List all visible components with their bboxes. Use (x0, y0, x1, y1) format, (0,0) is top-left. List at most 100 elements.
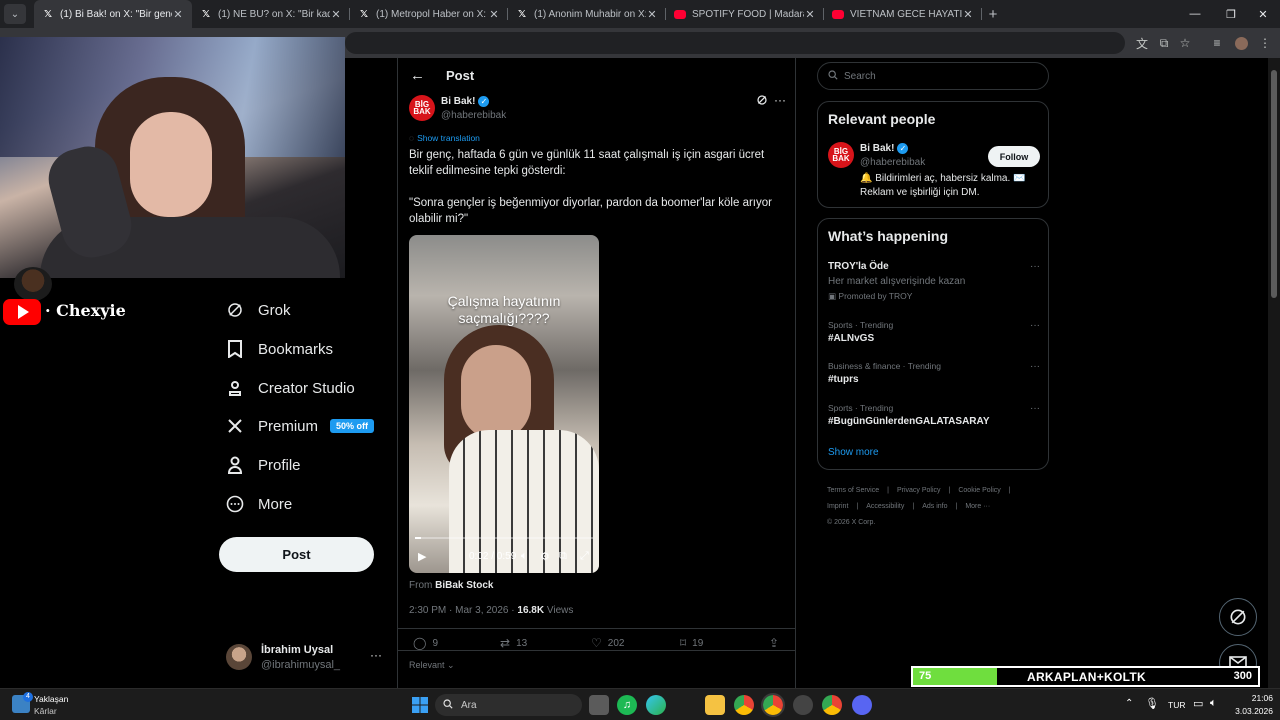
trend-more-icon[interactable]: ··· (1030, 361, 1040, 372)
reply-button[interactable]: ◯ 9 (413, 636, 438, 650)
trend-item[interactable]: Business & finance · Trending #tuprs ··· (828, 361, 1040, 385)
footer-link[interactable]: Ads info (922, 503, 947, 510)
discord-icon[interactable] (852, 695, 872, 715)
trend-item-promoted[interactable]: TROY'la Öde Her market alışverişinde kaz… (828, 261, 1040, 302)
browser-tab[interactable]: 𝕏 (1) Bi Bak! on X: "Bir genç, hafta✕ (34, 0, 192, 28)
edge-icon[interactable] (646, 695, 666, 715)
browser-tab[interactable]: VİETNAM GECE HAYATI BENİ Ç✕ (824, 0, 982, 28)
scrollbar-thumb[interactable] (1271, 70, 1277, 298)
maximize-button[interactable]: ❐ (1214, 0, 1248, 28)
address-bar[interactable] (345, 32, 1125, 54)
footer-link[interactable]: Privacy Policy (897, 487, 941, 494)
trend-more-icon[interactable]: ··· (1030, 261, 1040, 272)
bookmark-button[interactable]: ⌑ 19 (680, 636, 703, 650)
page-scrollbar[interactable] (1268, 58, 1280, 688)
trend-item[interactable]: Sports · Trending #ALNvGS ··· (828, 320, 1040, 344)
trend-more-icon[interactable]: ··· (1030, 403, 1040, 414)
author-handle[interactable]: @haberebibak (441, 110, 506, 121)
spotify-icon[interactable]: ♫ (617, 695, 637, 715)
reply-sort-dropdown[interactable]: Relevant ⌄ (409, 660, 455, 671)
close-tab-icon[interactable]: ✕ (646, 8, 658, 21)
volume-icon[interactable]: 🔈︎ (521, 550, 528, 563)
chrome-icon[interactable] (734, 695, 754, 715)
video-controls: ▶ 0:02 / 0:59 🔈︎ ⚙︎ ⧉ ⤢ (409, 545, 599, 569)
nav-item-more[interactable]: More (224, 489, 292, 519)
nav-item-creator-studio[interactable]: Creator Studio (224, 373, 355, 403)
fullscreen-icon[interactable]: ⤢ (580, 550, 589, 563)
footer-link[interactable]: Imprint (827, 503, 848, 510)
show-more-link[interactable]: Show more (828, 447, 879, 458)
widget-subtitle: Kârlar (34, 706, 57, 716)
microphone-icon[interactable]: 🎙︎ (1145, 697, 1159, 710)
cast-icon[interactable]: ⧉ (1155, 34, 1173, 52)
close-tab-icon[interactable]: ✕ (962, 8, 974, 21)
file-explorer-icon[interactable] (705, 695, 725, 715)
footer-link[interactable]: More ··· (965, 503, 990, 510)
browser-tab[interactable]: 𝕏 (1) NE BU? on X: "Bir kadın, iki✕ (192, 0, 350, 28)
input-language[interactable]: TUR (1168, 700, 1185, 710)
bookmark-star-icon[interactable]: ☆ (1176, 34, 1194, 52)
follow-button[interactable]: Follow (988, 146, 1040, 167)
repost-button[interactable]: ⇄ 13 (500, 636, 527, 650)
share-button[interactable]: ⇪ (769, 636, 785, 650)
grok-chat-button[interactable] (1219, 598, 1257, 636)
nav-item-profile[interactable]: Profile (224, 450, 301, 480)
footer-link[interactable]: Cookie Policy (958, 487, 1000, 494)
video-progress-bar[interactable] (415, 537, 593, 539)
nav-item-grok[interactable]: Grok (224, 295, 291, 325)
post-button[interactable]: Post (219, 537, 374, 572)
tab-search-button[interactable]: ⌄ (4, 4, 26, 24)
taskbar-search[interactable]: Ara (435, 694, 582, 716)
back-arrow-icon[interactable]: ← (410, 67, 425, 84)
video-source-link[interactable]: BiBak Stock (435, 580, 493, 591)
windows-start-icon[interactable] (410, 695, 430, 715)
footer-link[interactable]: Terms of Service (827, 487, 879, 494)
like-count: 202 (607, 637, 625, 649)
settings-gear-icon[interactable]: ⚙︎ (540, 550, 550, 563)
chrome-profile-icon[interactable] (822, 695, 842, 715)
browser-tab[interactable]: 𝕏 (1) Anonim Muhabir on X: "İki✕ (508, 0, 666, 28)
clock-time[interactable]: 21:06 (1233, 693, 1273, 703)
app-icon[interactable] (793, 695, 813, 715)
nav-item-bookmarks[interactable]: Bookmarks (224, 334, 333, 364)
nav-item-premium[interactable]: Premium 50% off (224, 411, 375, 441)
footer-link[interactable]: Accessibility (866, 503, 904, 510)
author-avatar[interactable]: BİG BAK (409, 95, 435, 121)
browser-menu-icon[interactable]: ⋮ (1256, 34, 1274, 52)
close-tab-icon[interactable]: ✕ (804, 8, 816, 21)
new-tab-button[interactable]: + (982, 6, 1004, 23)
tray-overflow-icon[interactable]: ⌃ (1125, 698, 1133, 709)
close-tab-icon[interactable]: ✕ (330, 8, 342, 21)
chrome-active-icon[interactable] (761, 693, 785, 717)
person-avatar[interactable]: BİG BAK (828, 142, 854, 168)
close-tab-icon[interactable]: ✕ (488, 8, 500, 21)
account-switcher[interactable]: İbrahim Uysal @ibrahimuysal_ ··· (226, 640, 386, 676)
search-input[interactable]: Search (817, 62, 1049, 90)
post-more-icon[interactable]: ··· (774, 93, 786, 107)
grok-explain-icon[interactable] (756, 94, 768, 109)
picture-in-picture-icon[interactable]: ⧉ (559, 550, 567, 563)
network-icon[interactable]: ▭ (1193, 697, 1203, 710)
post-timestamp[interactable]: 2:30 PM · Mar 3, 2026 · (409, 605, 515, 616)
profile-avatar-icon[interactable] (1232, 34, 1250, 52)
account-more-icon[interactable]: ··· (370, 648, 382, 662)
reading-list-icon[interactable]: ≡ (1208, 34, 1226, 52)
clock-date[interactable]: 3.03.2026 (1223, 706, 1273, 716)
author-name-row[interactable]: Bi Bak! ✓ (441, 96, 490, 107)
trend-item[interactable]: Sports · Trending #BugünGünlerdenGALATAS… (828, 403, 1040, 427)
footer-link[interactable]: © 2026 X Corp. (827, 519, 875, 526)
trend-more-icon[interactable]: ··· (1030, 320, 1040, 331)
close-tab-icon[interactable]: ✕ (172, 8, 184, 21)
like-button[interactable]: ♡ 202 (591, 636, 624, 650)
video-player[interactable]: Çalışma hayatının saçmalığı???? ▶ 0:02 /… (409, 235, 599, 573)
volume-icon[interactable]: 🔈︎ (1210, 697, 1217, 710)
play-icon[interactable]: ▶ (418, 550, 426, 563)
task-view-icon[interactable] (589, 695, 609, 715)
browser-tab[interactable]: SPOTİFY FOOD | Madara Olduk✕ (666, 0, 824, 28)
close-window-button[interactable]: ✕ (1246, 0, 1280, 28)
person-name-row[interactable]: Bi Bak! ✓ (860, 143, 909, 154)
browser-tab[interactable]: 𝕏 (1) Metropol Haber on X: "Bir i✕ (350, 0, 508, 28)
minimize-button[interactable]: — (1178, 0, 1212, 28)
show-translation-link[interactable]: ◌ Show translation (409, 133, 480, 143)
translate-icon[interactable]: 文 (1133, 34, 1151, 52)
